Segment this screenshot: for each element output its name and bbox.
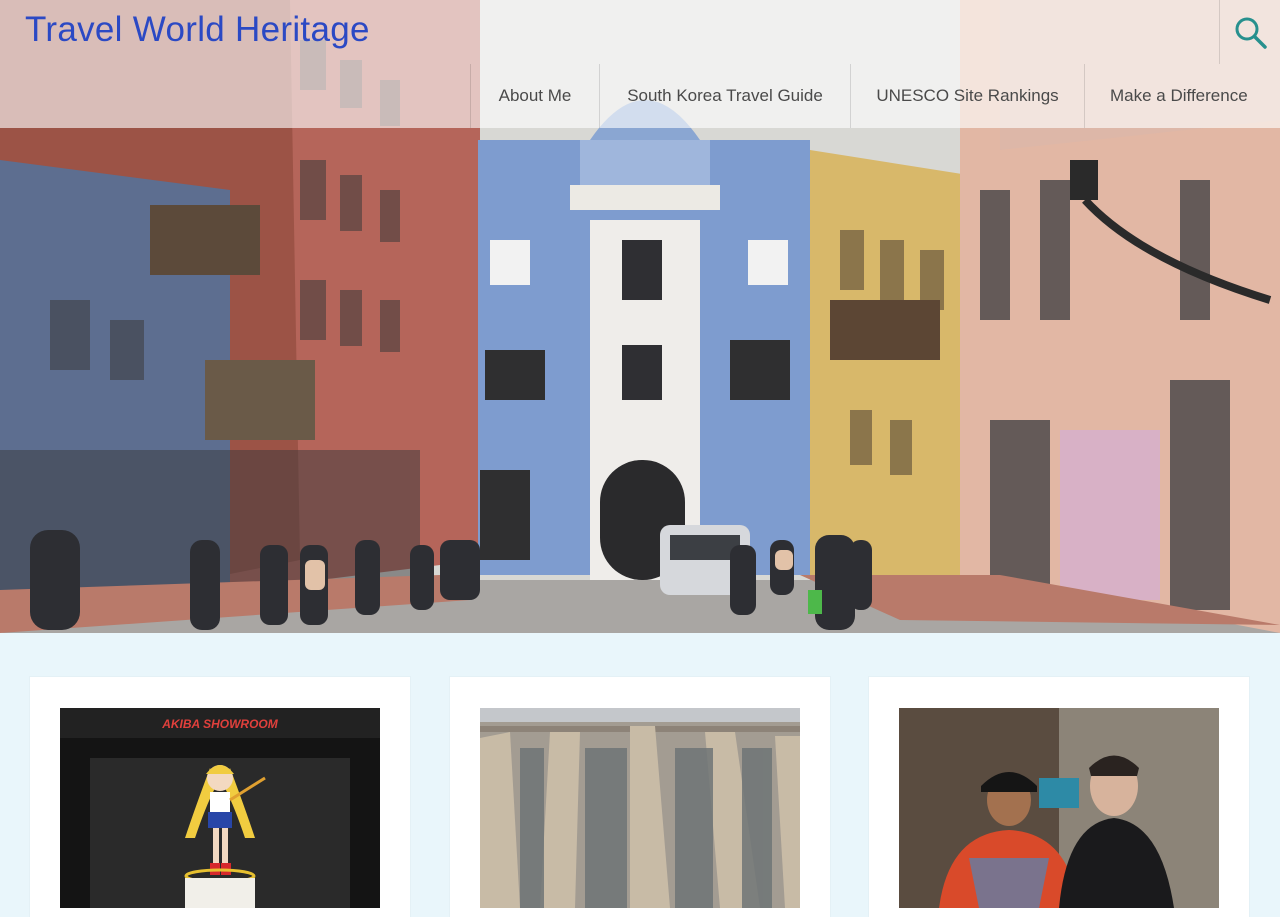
site-title[interactable]: Travel World Heritage [25, 10, 370, 50]
post-thumbnail[interactable]: AKIBA SHOWROOM [60, 708, 380, 908]
post-card [869, 677, 1249, 917]
post-card: AKIBA SHOWROOM [30, 677, 410, 917]
showroom-sign: AKIBA SHOWROOM [161, 717, 279, 731]
hero-banner: Travel World Heritage About Me South Kor… [0, 0, 1280, 633]
search-button[interactable] [1219, 0, 1280, 64]
post-thumbnail[interactable] [480, 708, 800, 908]
post-card [450, 677, 830, 917]
two-men-portrait-image [899, 708, 1219, 908]
nav-unesco-site-rankings[interactable]: UNESCO Site Rankings [850, 64, 1084, 128]
terracotta-army-image [480, 708, 800, 908]
main-navigation: About Me South Korea Travel Guide UNESCO… [470, 64, 1280, 128]
nav-south-korea-travel-guide[interactable]: South Korea Travel Guide [599, 64, 850, 128]
post-grid: AKIBA SHOWROOM [0, 633, 1280, 917]
search-icon [1235, 17, 1267, 49]
nav-make-a-difference[interactable]: Make a Difference [1084, 64, 1280, 128]
anime-figure-image: AKIBA SHOWROOM [60, 708, 380, 908]
post-thumbnail[interactable] [899, 708, 1219, 908]
nav-about-me[interactable]: About Me [470, 64, 599, 128]
site-header: Travel World Heritage About Me South Kor… [0, 0, 1280, 128]
